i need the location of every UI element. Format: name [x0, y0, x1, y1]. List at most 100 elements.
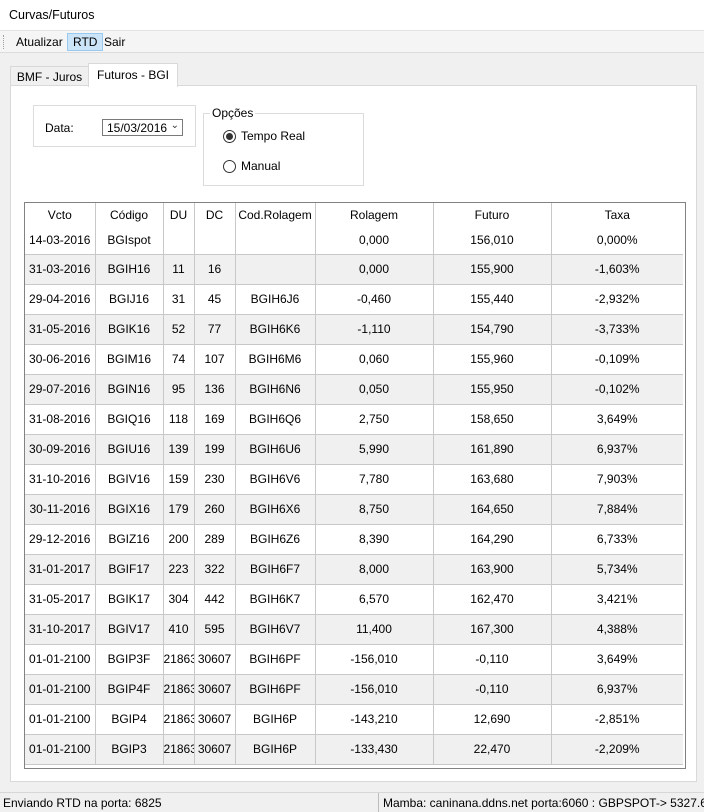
radio-tempo-real[interactable]: Tempo Real — [223, 129, 305, 143]
menu-rtd[interactable]: RTD — [67, 33, 104, 51]
cell-vcto[interactable]: 31-01-2017 — [25, 554, 96, 585]
cell-futuro[interactable]: 155,960 — [433, 344, 552, 375]
table-row[interactable]: 14-03-2016 BGIspot 0,000 156,010 0,000% — [25, 227, 683, 255]
cell-cod-rolagem[interactable]: BGIH6F7 — [235, 554, 316, 585]
cell-rolagem[interactable]: 7,780 — [315, 464, 434, 495]
cell-du[interactable]: 74 — [163, 344, 195, 375]
cell-dc[interactable]: 16 — [194, 254, 236, 285]
cell-futuro[interactable]: 154,790 — [433, 314, 552, 345]
cell-codigo[interactable]: BGIJ16 — [95, 284, 164, 315]
cell-cod-rolagem[interactable]: BGIH6Z6 — [235, 524, 316, 555]
cell-taxa[interactable]: 5,734% — [551, 554, 683, 585]
radio-manual-button[interactable] — [223, 159, 236, 173]
cell-du[interactable]: 410 — [163, 614, 195, 645]
col-header-dc[interactable]: DC — [194, 203, 236, 227]
cell-du[interactable]: 159 — [163, 464, 195, 495]
cell-dc[interactable]: 136 — [194, 374, 236, 405]
cell-futuro[interactable]: -0,110 — [433, 644, 552, 675]
cell-du[interactable]: 31 — [163, 284, 195, 315]
cell-vcto[interactable]: 01-01-2100 — [25, 644, 96, 675]
futures-grid[interactable]: Vcto Código DU DC Cod.Rolagem Rolagem Fu… — [24, 202, 686, 769]
cell-codigo[interactable]: BGIQ16 — [95, 404, 164, 435]
cell-vcto[interactable]: 31-05-2017 — [25, 584, 96, 615]
cell-futuro[interactable]: 167,300 — [433, 614, 552, 645]
cell-du[interactable] — [163, 227, 195, 255]
cell-cod-rolagem[interactable] — [235, 254, 316, 285]
cell-rolagem[interactable]: -156,010 — [315, 674, 434, 705]
cell-futuro[interactable]: 163,680 — [433, 464, 552, 495]
cell-rolagem[interactable]: -156,010 — [315, 644, 434, 675]
cell-vcto[interactable]: 14-03-2016 — [25, 227, 96, 255]
cell-futuro[interactable]: 12,690 — [433, 704, 552, 735]
cell-codigo[interactable]: BGIP3 — [95, 734, 164, 765]
chevron-down-icon[interactable]: ⌄ — [171, 120, 179, 131]
cell-taxa[interactable]: 3,421% — [551, 584, 683, 615]
cell-taxa[interactable]: 6,733% — [551, 524, 683, 555]
cell-codigo[interactable]: BGIV16 — [95, 464, 164, 495]
cell-vcto[interactable]: 30-09-2016 — [25, 434, 96, 465]
cell-vcto[interactable]: 29-04-2016 — [25, 284, 96, 315]
cell-du[interactable]: 304 — [163, 584, 195, 615]
cell-dc[interactable] — [194, 227, 236, 255]
cell-vcto[interactable]: 01-01-2100 — [25, 704, 96, 735]
cell-dc[interactable]: 289 — [194, 524, 236, 555]
cell-codigo[interactable]: BGIF17 — [95, 554, 164, 585]
cell-dc[interactable]: 595 — [194, 614, 236, 645]
col-header-cod-rolagem[interactable]: Cod.Rolagem — [235, 203, 316, 227]
cell-taxa[interactable]: 7,903% — [551, 464, 683, 495]
cell-dc[interactable]: 107 — [194, 344, 236, 375]
cell-vcto[interactable]: 31-05-2016 — [25, 314, 96, 345]
cell-dc[interactable]: 230 — [194, 464, 236, 495]
cell-codigo[interactable]: BGIZ16 — [95, 524, 164, 555]
cell-codigo[interactable]: BGIP4 — [95, 704, 164, 735]
cell-du[interactable]: 118 — [163, 404, 195, 435]
cell-futuro[interactable]: 158,650 — [433, 404, 552, 435]
cell-rolagem[interactable]: 6,570 — [315, 584, 434, 615]
radio-manual[interactable]: Manual — [223, 159, 280, 173]
cell-dc[interactable]: 30607 — [194, 674, 236, 705]
cell-taxa[interactable]: 6,937% — [551, 434, 683, 465]
cell-vcto[interactable]: 30-11-2016 — [25, 494, 96, 525]
table-row[interactable]: 01-01-2100 BGIP4 21863 30607 BGIH6P -143,210 1… — [25, 704, 683, 735]
cell-dc[interactable]: 77 — [194, 314, 236, 345]
cell-dc[interactable]: 30607 — [194, 704, 236, 735]
cell-cod-rolagem[interactable]: BGIH6X6 — [235, 494, 316, 525]
cell-vcto[interactable]: 31-08-2016 — [25, 404, 96, 435]
radio-tempo-real-button[interactable] — [223, 129, 236, 143]
cell-dc[interactable]: 169 — [194, 404, 236, 435]
cell-dc[interactable]: 30607 — [194, 734, 236, 765]
cell-vcto[interactable]: 01-01-2100 — [25, 734, 96, 765]
cell-cod-rolagem[interactable]: BGIH6P — [235, 704, 316, 735]
table-row[interactable]: 30-09-2016 BGIU16 139 199 BGIH6U6 5,990 161,89… — [25, 434, 683, 465]
cell-cod-rolagem[interactable]: BGIH6P — [235, 734, 316, 765]
cell-taxa[interactable]: 4,388% — [551, 614, 683, 645]
table-row[interactable]: 31-01-2017 BGIF17 223 322 BGIH6F7 8,000 163,90… — [25, 554, 683, 585]
cell-du[interactable]: 52 — [163, 314, 195, 345]
cell-rolagem[interactable]: -143,210 — [315, 704, 434, 735]
cell-futuro[interactable]: 22,470 — [433, 734, 552, 765]
table-row[interactable]: 29-12-2016 BGIZ16 200 289 BGIH6Z6 8,390 164,29… — [25, 524, 683, 555]
menu-atualizar[interactable]: Atualizar — [11, 33, 68, 51]
cell-futuro[interactable]: 155,950 — [433, 374, 552, 405]
table-row[interactable]: 30-06-2016 BGIM16 74 107 BGIH6M6 0,060 155,960… — [25, 344, 683, 375]
cell-rolagem[interactable]: 0,050 — [315, 374, 434, 405]
table-row[interactable]: 31-05-2017 BGIK17 304 442 BGIH6K7 6,570 162,47… — [25, 584, 683, 615]
cell-rolagem[interactable]: 8,750 — [315, 494, 434, 525]
table-row[interactable]: 29-04-2016 BGIJ16 31 45 BGIH6J6 -0,460 155,440… — [25, 284, 683, 315]
table-row[interactable]: 29-07-2016 BGIN16 95 136 BGIH6N6 0,050 155,950… — [25, 374, 683, 405]
cell-dc[interactable]: 45 — [194, 284, 236, 315]
cell-rolagem[interactable]: 5,990 — [315, 434, 434, 465]
cell-rolagem[interactable]: 0,000 — [315, 254, 434, 285]
cell-futuro[interactable]: 164,290 — [433, 524, 552, 555]
cell-futuro[interactable]: 155,900 — [433, 254, 552, 285]
table-row[interactable]: 01-01-2100 BGIP3 21863 30607 BGIH6P -133,430 2… — [25, 734, 683, 765]
cell-cod-rolagem[interactable]: BGIH6N6 — [235, 374, 316, 405]
cell-taxa[interactable]: -2,851% — [551, 704, 683, 735]
cell-taxa[interactable]: 7,884% — [551, 494, 683, 525]
cell-vcto[interactable]: 29-07-2016 — [25, 374, 96, 405]
cell-dc[interactable]: 30607 — [194, 644, 236, 675]
cell-codigo[interactable]: BGIP4F — [95, 674, 164, 705]
table-row[interactable]: 31-08-2016 BGIQ16 118 169 BGIH6Q6 2,750 158,65… — [25, 404, 683, 435]
col-header-du[interactable]: DU — [163, 203, 195, 227]
cell-vcto[interactable]: 30-06-2016 — [25, 344, 96, 375]
